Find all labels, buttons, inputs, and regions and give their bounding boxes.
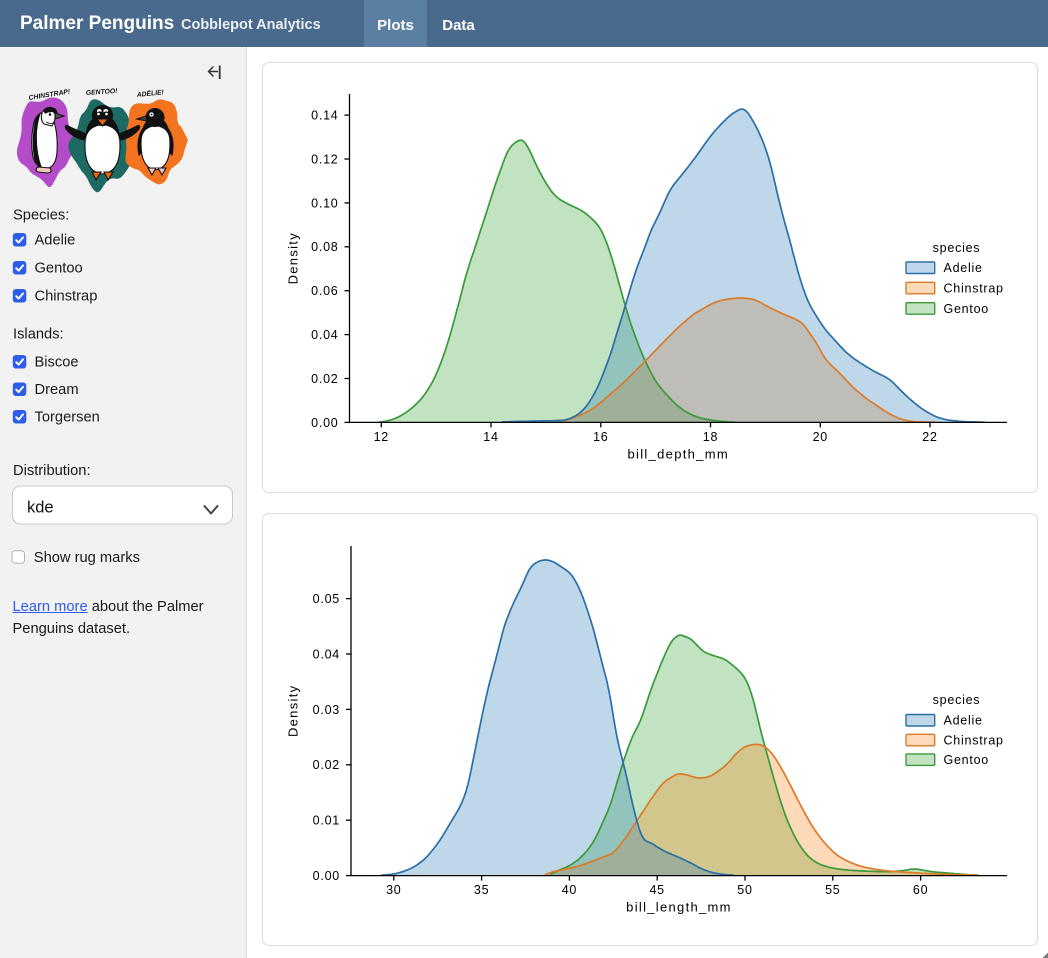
svg-text:Torgersen: Torgersen bbox=[35, 410, 100, 426]
svg-text:40: 40 bbox=[562, 883, 577, 897]
svg-text:12: 12 bbox=[374, 430, 389, 444]
svg-text:0.08: 0.08 bbox=[311, 240, 338, 254]
svg-text:Chinstrap: Chinstrap bbox=[944, 734, 1004, 748]
svg-text:Gentoo: Gentoo bbox=[944, 753, 990, 767]
svg-text:Biscoe: Biscoe bbox=[35, 355, 79, 371]
svg-text:Adelie: Adelie bbox=[944, 714, 983, 728]
svg-text:ADĒLIE!: ADĒLIE! bbox=[135, 88, 165, 99]
svg-text:0.05: 0.05 bbox=[313, 592, 340, 606]
svg-text:0.04: 0.04 bbox=[311, 328, 338, 342]
svg-text:45: 45 bbox=[649, 883, 664, 897]
svg-text:Chinstrap: Chinstrap bbox=[35, 289, 98, 305]
svg-text:Density: Density bbox=[286, 232, 301, 284]
svg-text:Gentoo: Gentoo bbox=[944, 302, 990, 316]
svg-text:0.10: 0.10 bbox=[311, 196, 338, 210]
svg-text:22: 22 bbox=[922, 430, 937, 444]
svg-text:0.03: 0.03 bbox=[313, 703, 340, 717]
svg-text:0.00: 0.00 bbox=[311, 416, 338, 430]
svg-text:35: 35 bbox=[474, 883, 489, 897]
svg-text:0.00: 0.00 bbox=[313, 869, 340, 883]
svg-text:0.02: 0.02 bbox=[311, 372, 338, 386]
svg-text:Gentoo: Gentoo bbox=[35, 261, 83, 277]
svg-text:20: 20 bbox=[813, 430, 828, 444]
svg-text:50: 50 bbox=[737, 883, 752, 897]
svg-text:18: 18 bbox=[703, 430, 718, 444]
svg-text:Density: Density bbox=[286, 685, 301, 737]
svg-text:Adelie: Adelie bbox=[35, 233, 76, 249]
svg-text:GENTOO!: GENTOO! bbox=[86, 88, 119, 97]
svg-text:species: species bbox=[933, 241, 981, 255]
svg-text:14: 14 bbox=[483, 430, 498, 444]
svg-text:Show rug marks: Show rug marks bbox=[34, 550, 140, 566]
svg-text:Dream: Dream bbox=[35, 382, 79, 398]
svg-text:species: species bbox=[933, 693, 981, 707]
svg-text:55: 55 bbox=[825, 883, 840, 897]
svg-text:0.02: 0.02 bbox=[313, 758, 340, 772]
svg-text:bill_depth_mm: bill_depth_mm bbox=[628, 447, 729, 462]
svg-text:Chinstrap: Chinstrap bbox=[944, 282, 1004, 296]
svg-text:0.01: 0.01 bbox=[313, 814, 340, 828]
svg-text:0.06: 0.06 bbox=[311, 284, 338, 298]
svg-text:Species:: Species: bbox=[13, 208, 69, 224]
svg-text:0.04: 0.04 bbox=[313, 647, 340, 661]
svg-text:16: 16 bbox=[593, 430, 608, 444]
svg-text:kde: kde bbox=[27, 499, 54, 517]
svg-text:60: 60 bbox=[913, 883, 928, 897]
svg-text:0.14: 0.14 bbox=[311, 109, 338, 123]
svg-text:bill_length_mm: bill_length_mm bbox=[626, 900, 732, 915]
svg-text:30: 30 bbox=[386, 883, 401, 897]
svg-text:Distribution:: Distribution: bbox=[13, 463, 91, 479]
svg-text:Adelie: Adelie bbox=[944, 261, 983, 275]
svg-text:Islands:: Islands: bbox=[13, 327, 64, 343]
svg-text:0.12: 0.12 bbox=[311, 152, 338, 166]
